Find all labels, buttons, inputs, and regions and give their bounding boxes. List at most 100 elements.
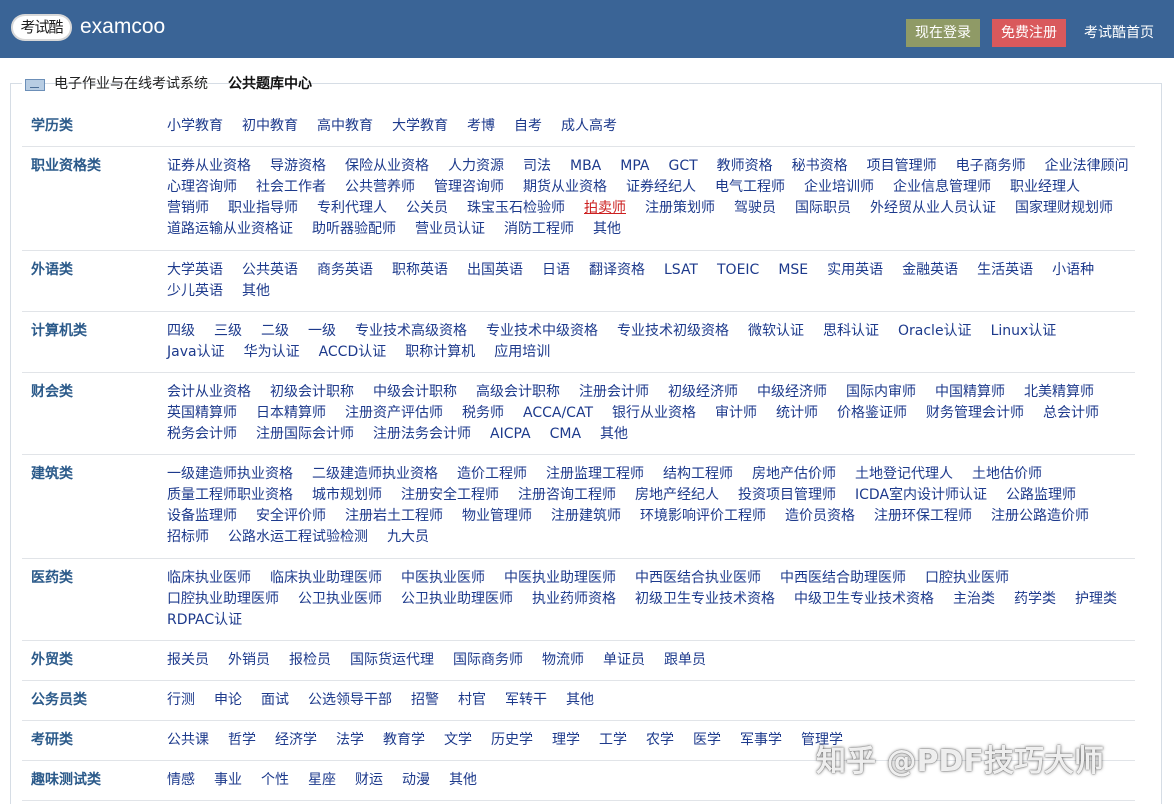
exam-link[interactable]: 质量工程师职业资格 bbox=[167, 485, 293, 506]
exam-link[interactable]: 公共营养师 bbox=[345, 177, 415, 198]
exam-link[interactable]: 中级会计职称 bbox=[373, 382, 457, 403]
exam-link[interactable]: 导游资格 bbox=[270, 156, 326, 177]
exam-link[interactable]: 注册建筑师 bbox=[551, 506, 621, 527]
exam-link[interactable]: 三级 bbox=[214, 321, 242, 342]
exam-link[interactable]: 生活英语 bbox=[977, 260, 1033, 281]
exam-link[interactable]: 期货从业资格 bbox=[523, 177, 607, 198]
exam-link[interactable]: 农学 bbox=[646, 730, 674, 751]
exam-link[interactable]: 哲学 bbox=[228, 730, 256, 751]
exam-link[interactable]: 注册资产评估师 bbox=[345, 403, 443, 424]
exam-link[interactable]: 实用英语 bbox=[827, 260, 883, 281]
exam-link[interactable]: 经济学 bbox=[275, 730, 317, 751]
exam-link[interactable]: 初级经济师 bbox=[668, 382, 738, 403]
exam-link[interactable]: 公共英语 bbox=[242, 260, 298, 281]
exam-link[interactable]: 中医执业助理医师 bbox=[504, 568, 616, 589]
exam-link[interactable]: 自考 bbox=[514, 116, 542, 137]
exam-link[interactable]: 电子商务师 bbox=[956, 156, 1026, 177]
exam-link[interactable]: 高级会计职称 bbox=[476, 382, 560, 403]
exam-link[interactable]: 外经贸从业人员认证 bbox=[870, 198, 996, 219]
exam-link[interactable]: TOEIC bbox=[717, 260, 759, 281]
exam-link[interactable]: 投资项目管理师 bbox=[738, 485, 836, 506]
exam-link[interactable]: 社会工作者 bbox=[256, 177, 326, 198]
exam-link[interactable]: 金融英语 bbox=[902, 260, 958, 281]
exam-link[interactable]: 星座 bbox=[308, 770, 336, 791]
exam-link[interactable]: 大学英语 bbox=[167, 260, 223, 281]
exam-link[interactable]: 小学教育 bbox=[167, 116, 223, 137]
exam-link[interactable]: 工学 bbox=[599, 730, 627, 751]
exam-link[interactable]: 其他 bbox=[600, 424, 628, 445]
exam-link[interactable]: 其他 bbox=[593, 219, 621, 240]
exam-link[interactable]: 动漫 bbox=[402, 770, 430, 791]
exam-link[interactable]: 电气工程师 bbox=[715, 177, 785, 198]
exam-link[interactable]: ACCD认证 bbox=[319, 342, 387, 363]
exam-link[interactable]: 公共课 bbox=[167, 730, 209, 751]
exam-link[interactable]: 其他 bbox=[449, 770, 477, 791]
exam-link[interactable]: GCT bbox=[668, 156, 697, 177]
exam-link[interactable]: 职业经理人 bbox=[1010, 177, 1080, 198]
exam-link[interactable]: 北美精算师 bbox=[1024, 382, 1094, 403]
exam-link[interactable]: 专业技术高级资格 bbox=[355, 321, 467, 342]
exam-link[interactable]: 注册咨询工程师 bbox=[518, 485, 616, 506]
exam-link[interactable]: 注册国际会计师 bbox=[256, 424, 354, 445]
exam-link[interactable]: Linux认证 bbox=[991, 321, 1057, 342]
exam-link[interactable]: 口腔执业助理医师 bbox=[167, 589, 279, 610]
exam-link[interactable]: 审计师 bbox=[715, 403, 757, 424]
category-label[interactable]: 公务员类 bbox=[31, 690, 87, 711]
exam-link[interactable]: 驾驶员 bbox=[734, 198, 776, 219]
category-label[interactable]: 财会类 bbox=[31, 382, 73, 403]
exam-link[interactable]: 设备监理师 bbox=[167, 506, 237, 527]
exam-link[interactable]: 主治类 bbox=[953, 589, 995, 610]
category-label[interactable]: 职业资格类 bbox=[31, 156, 101, 177]
exam-link[interactable]: 司法 bbox=[523, 156, 551, 177]
exam-link[interactable]: 注册安全工程师 bbox=[401, 485, 499, 506]
category-label[interactable]: 考研类 bbox=[31, 730, 73, 751]
exam-link[interactable]: 初中教育 bbox=[242, 116, 298, 137]
exam-link[interactable]: 文学 bbox=[444, 730, 472, 751]
exam-link[interactable]: 统计师 bbox=[776, 403, 818, 424]
exam-link[interactable]: 专利代理人 bbox=[317, 198, 387, 219]
exam-link[interactable]: 初级会计职称 bbox=[270, 382, 354, 403]
exam-link[interactable]: 二级 bbox=[261, 321, 289, 342]
logo-wordmark[interactable]: examcoo bbox=[80, 13, 165, 41]
exam-link[interactable]: 教师资格 bbox=[717, 156, 773, 177]
exam-link[interactable]: 大学教育 bbox=[392, 116, 448, 137]
exam-link[interactable]: 房地产估价师 bbox=[752, 464, 836, 485]
exam-link[interactable]: 理学 bbox=[552, 730, 580, 751]
register-button[interactable]: 免费注册 bbox=[992, 19, 1066, 47]
exam-link[interactable]: 城市规划师 bbox=[312, 485, 382, 506]
exam-link[interactable]: 外销员 bbox=[228, 650, 270, 671]
exam-link[interactable]: Oracle认证 bbox=[898, 321, 972, 342]
exam-link[interactable]: 二级建造师执业资格 bbox=[312, 464, 438, 485]
exam-link[interactable]: 企业信息管理师 bbox=[893, 177, 991, 198]
breadcrumb-system-link[interactable]: 电子作业与在线考试系统 bbox=[54, 74, 208, 94]
exam-link[interactable]: 国际职员 bbox=[795, 198, 851, 219]
exam-link[interactable]: 事业 bbox=[214, 770, 242, 791]
exam-link[interactable]: 专业技术初级资格 bbox=[617, 321, 729, 342]
exam-link[interactable]: 中医执业医师 bbox=[401, 568, 485, 589]
exam-link[interactable]: 注册会计师 bbox=[579, 382, 649, 403]
exam-link[interactable]: 跟单员 bbox=[664, 650, 706, 671]
exam-link[interactable]: 报关员 bbox=[167, 650, 209, 671]
exam-link[interactable]: 英国精算师 bbox=[167, 403, 237, 424]
exam-link[interactable]: 价格鉴证师 bbox=[837, 403, 907, 424]
exam-link[interactable]: 华为认证 bbox=[244, 342, 300, 363]
exam-link[interactable]: 招标师 bbox=[167, 527, 209, 548]
exam-link[interactable]: 注册监理工程师 bbox=[546, 464, 644, 485]
exam-link[interactable]: 九大员 bbox=[387, 527, 429, 548]
exam-link[interactable]: 临床执业医师 bbox=[167, 568, 251, 589]
exam-link[interactable]: 财务管理会计师 bbox=[926, 403, 1024, 424]
exam-link[interactable]: 结构工程师 bbox=[663, 464, 733, 485]
exam-link[interactable]: 营销师 bbox=[167, 198, 209, 219]
exam-link[interactable]: 专业技术中级资格 bbox=[486, 321, 598, 342]
exam-link[interactable]: 公路水运工程试验检测 bbox=[228, 527, 368, 548]
exam-link[interactable]: 个性 bbox=[261, 770, 289, 791]
home-link[interactable]: 考试酷首页 bbox=[1084, 19, 1154, 47]
exam-link[interactable]: 珠宝玉石检验师 bbox=[467, 198, 565, 219]
category-label[interactable]: 外贸类 bbox=[31, 650, 73, 671]
exam-link[interactable]: 单证员 bbox=[603, 650, 645, 671]
exam-link[interactable]: 出国英语 bbox=[467, 260, 523, 281]
exam-link[interactable]: 公卫执业助理医师 bbox=[401, 589, 513, 610]
exam-link[interactable]: 初级卫生专业技术资格 bbox=[635, 589, 775, 610]
exam-link[interactable]: 报检员 bbox=[289, 650, 331, 671]
exam-link[interactable]: 中西医结合执业医师 bbox=[635, 568, 761, 589]
